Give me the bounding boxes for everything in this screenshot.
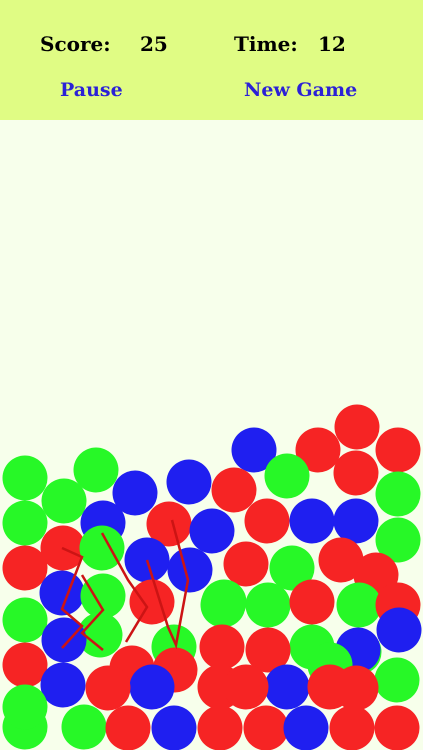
new-game-button[interactable]: New Game (244, 79, 357, 101)
time-label: Time: (234, 32, 298, 56)
red-ball[interactable] (243, 705, 289, 750)
blue-ball[interactable] (167, 547, 213, 593)
red-ball[interactable] (199, 624, 245, 670)
game-header: Score: 25 Time: 12 Pause New Game (0, 0, 423, 120)
red-ball[interactable] (2, 545, 48, 591)
green-ball[interactable] (201, 579, 247, 625)
blue-ball[interactable] (283, 705, 329, 750)
blue-ball[interactable] (289, 498, 335, 544)
green-ball[interactable] (2, 684, 48, 730)
green-ball[interactable] (245, 582, 291, 628)
red-ball[interactable] (375, 427, 421, 473)
game-board[interactable] (0, 120, 423, 750)
blue-ball[interactable] (376, 607, 422, 653)
red-ball[interactable] (85, 665, 131, 711)
score-value: 25 (140, 32, 168, 56)
green-ball[interactable] (41, 478, 87, 524)
red-ball[interactable] (223, 664, 269, 710)
blue-ball[interactable] (189, 508, 235, 554)
green-ball[interactable] (61, 704, 107, 750)
blue-ball[interactable] (40, 662, 86, 708)
green-ball[interactable] (2, 500, 48, 546)
pause-button[interactable]: Pause (60, 79, 123, 101)
red-ball[interactable] (197, 705, 243, 750)
red-ball[interactable] (333, 665, 379, 711)
red-ball[interactable] (329, 705, 375, 750)
red-ball[interactable] (105, 705, 151, 750)
red-ball[interactable] (244, 498, 290, 544)
red-ball[interactable] (211, 467, 257, 513)
red-ball[interactable] (289, 579, 335, 625)
blue-ball[interactable] (333, 498, 379, 544)
time-value: 12 (318, 32, 346, 56)
red-ball[interactable] (333, 450, 379, 496)
green-ball[interactable] (2, 597, 48, 643)
green-ball[interactable] (375, 471, 421, 517)
blue-ball[interactable] (166, 459, 212, 505)
red-ball[interactable] (2, 642, 48, 688)
red-ball[interactable] (129, 579, 175, 625)
green-ball[interactable] (374, 657, 420, 703)
green-ball[interactable] (264, 453, 310, 499)
blue-ball[interactable] (151, 705, 197, 750)
blue-ball[interactable] (264, 664, 310, 710)
score-label: Score: (40, 32, 111, 56)
green-ball[interactable] (336, 582, 382, 628)
blue-ball[interactable] (129, 664, 175, 710)
red-ball[interactable] (374, 705, 420, 750)
red-ball[interactable] (334, 404, 380, 450)
green-ball[interactable] (2, 455, 48, 501)
balls-layer (2, 404, 422, 750)
red-ball[interactable] (223, 541, 269, 587)
